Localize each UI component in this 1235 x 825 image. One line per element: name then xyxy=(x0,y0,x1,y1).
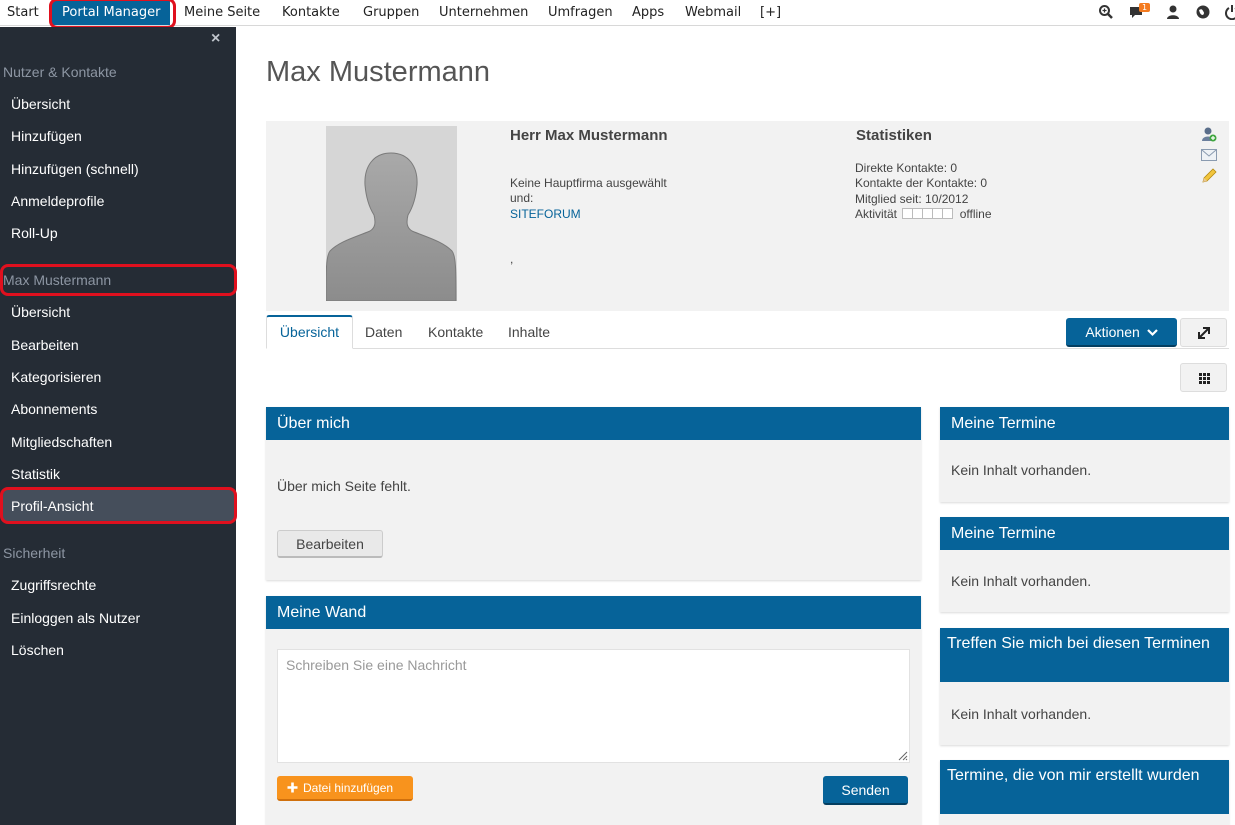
send-button[interactable]: Senden xyxy=(823,776,908,805)
termine-panel-2: Meine Termine Kein Inhalt vorhanden. xyxy=(940,517,1229,612)
actions-button[interactable]: Aktionen xyxy=(1066,318,1177,347)
globe-icon[interactable] xyxy=(1195,4,1211,20)
expand-icon xyxy=(1198,327,1210,339)
stat-contacts-of-contacts: Kontakte der Kontakte: 0 xyxy=(855,176,988,190)
nav-start[interactable]: Start xyxy=(7,0,39,26)
activity-label: Aktivität xyxy=(855,207,898,221)
sidebar-item-einloggen[interactable]: Einloggen als Nutzer xyxy=(11,610,140,626)
page-title: Max Mustermann xyxy=(266,56,491,88)
about-heading: Über mich xyxy=(266,407,921,440)
sidebar-item-kategorisieren[interactable]: Kategorisieren xyxy=(11,369,101,385)
profile-header: Herr Max Mustermann Keine Hauptfirma aus… xyxy=(266,121,1229,311)
sidebar-item-user-uebersicht[interactable]: Übersicht xyxy=(11,304,70,320)
about-text: Über mich Seite fehlt. xyxy=(277,478,411,494)
nav-webmail[interactable]: Webmail xyxy=(685,0,741,26)
edit-pencil-icon[interactable] xyxy=(1201,168,1217,184)
sidebar-item-bearbeiten[interactable]: Bearbeiten xyxy=(11,337,79,353)
erstellt-panel-heading: Termine, die von mir erstellt wurden xyxy=(940,760,1229,814)
add-file-button[interactable]: Datei hinzufügen xyxy=(277,776,413,801)
actions-button-label: Aktionen xyxy=(1085,324,1140,340)
wall-message-input[interactable]: Schreiben Sie eine Nachricht xyxy=(277,649,910,763)
chevron-down-icon xyxy=(1146,329,1158,337)
nav-apps[interactable]: Apps xyxy=(632,0,664,26)
wall-panel: Meine Wand Schreiben Sie eine Nachricht … xyxy=(266,596,921,825)
termine-panel-2-text: Kein Inhalt vorhanden. xyxy=(951,573,1092,589)
profile-name: Herr Max Mustermann xyxy=(510,127,668,144)
nav-gruppen[interactable]: Gruppen xyxy=(363,0,419,26)
stat-direct-contacts: Direkte Kontakte: 0 xyxy=(855,161,958,175)
tab-daten[interactable]: Daten xyxy=(365,315,402,349)
erstellt-panel: Termine, die von mir erstellt wurden xyxy=(940,760,1229,825)
top-navigation: Start Portal Manager Meine Seite Kontakt… xyxy=(0,0,1235,26)
termine-panel-1: Meine Termine Kein Inhalt vorhanden. xyxy=(940,407,1229,502)
sidebar-item-uebersicht[interactable]: Übersicht xyxy=(11,96,70,112)
sidebar-item-abonnements[interactable]: Abonnements xyxy=(11,401,97,417)
stat-member-since: Mitglied seit: 10/2012 xyxy=(855,192,969,206)
grid-icon xyxy=(1199,373,1210,384)
sidebar-heading-nutzer: Nutzer & Kontakte xyxy=(3,64,117,80)
stats-heading: Statistiken xyxy=(856,127,932,144)
activity-status: offline xyxy=(959,207,992,221)
power-icon[interactable] xyxy=(1224,4,1235,20)
plus-icon xyxy=(287,782,298,793)
sidebar-item-mitgliedschaften[interactable]: Mitgliedschaften xyxy=(11,434,112,450)
sidebar-heading-sicherheit: Sicherheit xyxy=(3,545,66,561)
search-icon[interactable] xyxy=(1098,4,1114,20)
wall-heading: Meine Wand xyxy=(266,596,921,629)
treffen-panel: Treffen Sie mich bei diesen Terminen Kei… xyxy=(940,628,1229,745)
profile-company-line1: Keine Hauptfirma ausgewählt xyxy=(510,176,667,190)
sidebar-item-hinzufuegen[interactable]: Hinzufügen xyxy=(11,128,82,144)
about-edit-button[interactable]: Bearbeiten xyxy=(277,530,383,558)
stat-activity: Aktivität offline xyxy=(855,207,992,221)
profile-company-line2: und: xyxy=(510,191,534,205)
sidebar-item-profil-ansicht[interactable]: Profil-Ansicht xyxy=(11,498,93,514)
sidebar-item-statistik[interactable]: Statistik xyxy=(11,466,60,482)
nav-kontakte[interactable]: Kontakte xyxy=(282,0,340,26)
termine-panel-2-heading: Meine Termine xyxy=(940,517,1229,550)
close-icon[interactable]: × xyxy=(211,30,220,48)
avatar-silhouette xyxy=(326,152,457,301)
profile-company-link[interactable]: SITEFORUM xyxy=(510,207,581,221)
notification-badge: 1 xyxy=(1139,3,1151,12)
resize-handle-icon[interactable] xyxy=(896,749,908,761)
add-file-label: Datei hinzufügen xyxy=(303,781,394,795)
about-panel: Über mich Über mich Seite fehlt. Bearbei… xyxy=(266,407,921,580)
user-icon[interactable] xyxy=(1165,4,1181,20)
mail-icon[interactable] xyxy=(1201,148,1217,162)
nav-unternehmen[interactable]: Unternehmen xyxy=(439,0,528,26)
tab-inhalte[interactable]: Inhalte xyxy=(508,315,550,349)
tab-kontakte[interactable]: Kontakte xyxy=(428,315,483,349)
nav-add[interactable]: [+] xyxy=(760,0,781,26)
termine-panel-1-heading: Meine Termine xyxy=(940,407,1229,440)
treffen-panel-heading: Treffen Sie mich bei diesen Terminen xyxy=(940,628,1229,682)
add-contact-icon[interactable] xyxy=(1201,126,1217,142)
avatar xyxy=(326,126,457,301)
nav-umfragen[interactable]: Umfragen xyxy=(548,0,613,26)
sidebar: × Nutzer & Kontakte Übersicht Hinzufügen… xyxy=(0,27,236,825)
sidebar-item-loeschen[interactable]: Löschen xyxy=(11,642,64,658)
treffen-panel-text: Kein Inhalt vorhanden. xyxy=(951,706,1092,722)
sidebar-item-zugriffsrechte[interactable]: Zugriffsrechte xyxy=(11,577,96,593)
nav-meine-seite[interactable]: Meine Seite xyxy=(184,0,260,26)
sidebar-item-roll-up[interactable]: Roll-Up xyxy=(11,225,58,241)
profile-extra: , xyxy=(510,252,514,266)
wall-message-placeholder: Schreiben Sie eine Nachricht xyxy=(286,657,467,673)
sidebar-item-anmeldeprofile[interactable]: Anmeldeprofile xyxy=(11,193,104,209)
sidebar-item-hinzufuegen-schnell[interactable]: Hinzufügen (schnell) xyxy=(11,161,139,177)
grid-view-button[interactable] xyxy=(1180,363,1227,392)
sidebar-heading-user: Max Mustermann xyxy=(3,272,112,288)
activity-meter xyxy=(902,207,954,221)
nav-portal-manager[interactable]: Portal Manager xyxy=(52,1,171,25)
expand-button[interactable] xyxy=(1180,318,1227,347)
termine-panel-1-text: Kein Inhalt vorhanden. xyxy=(951,462,1092,478)
tab-uebersicht[interactable]: Übersicht xyxy=(266,315,353,349)
